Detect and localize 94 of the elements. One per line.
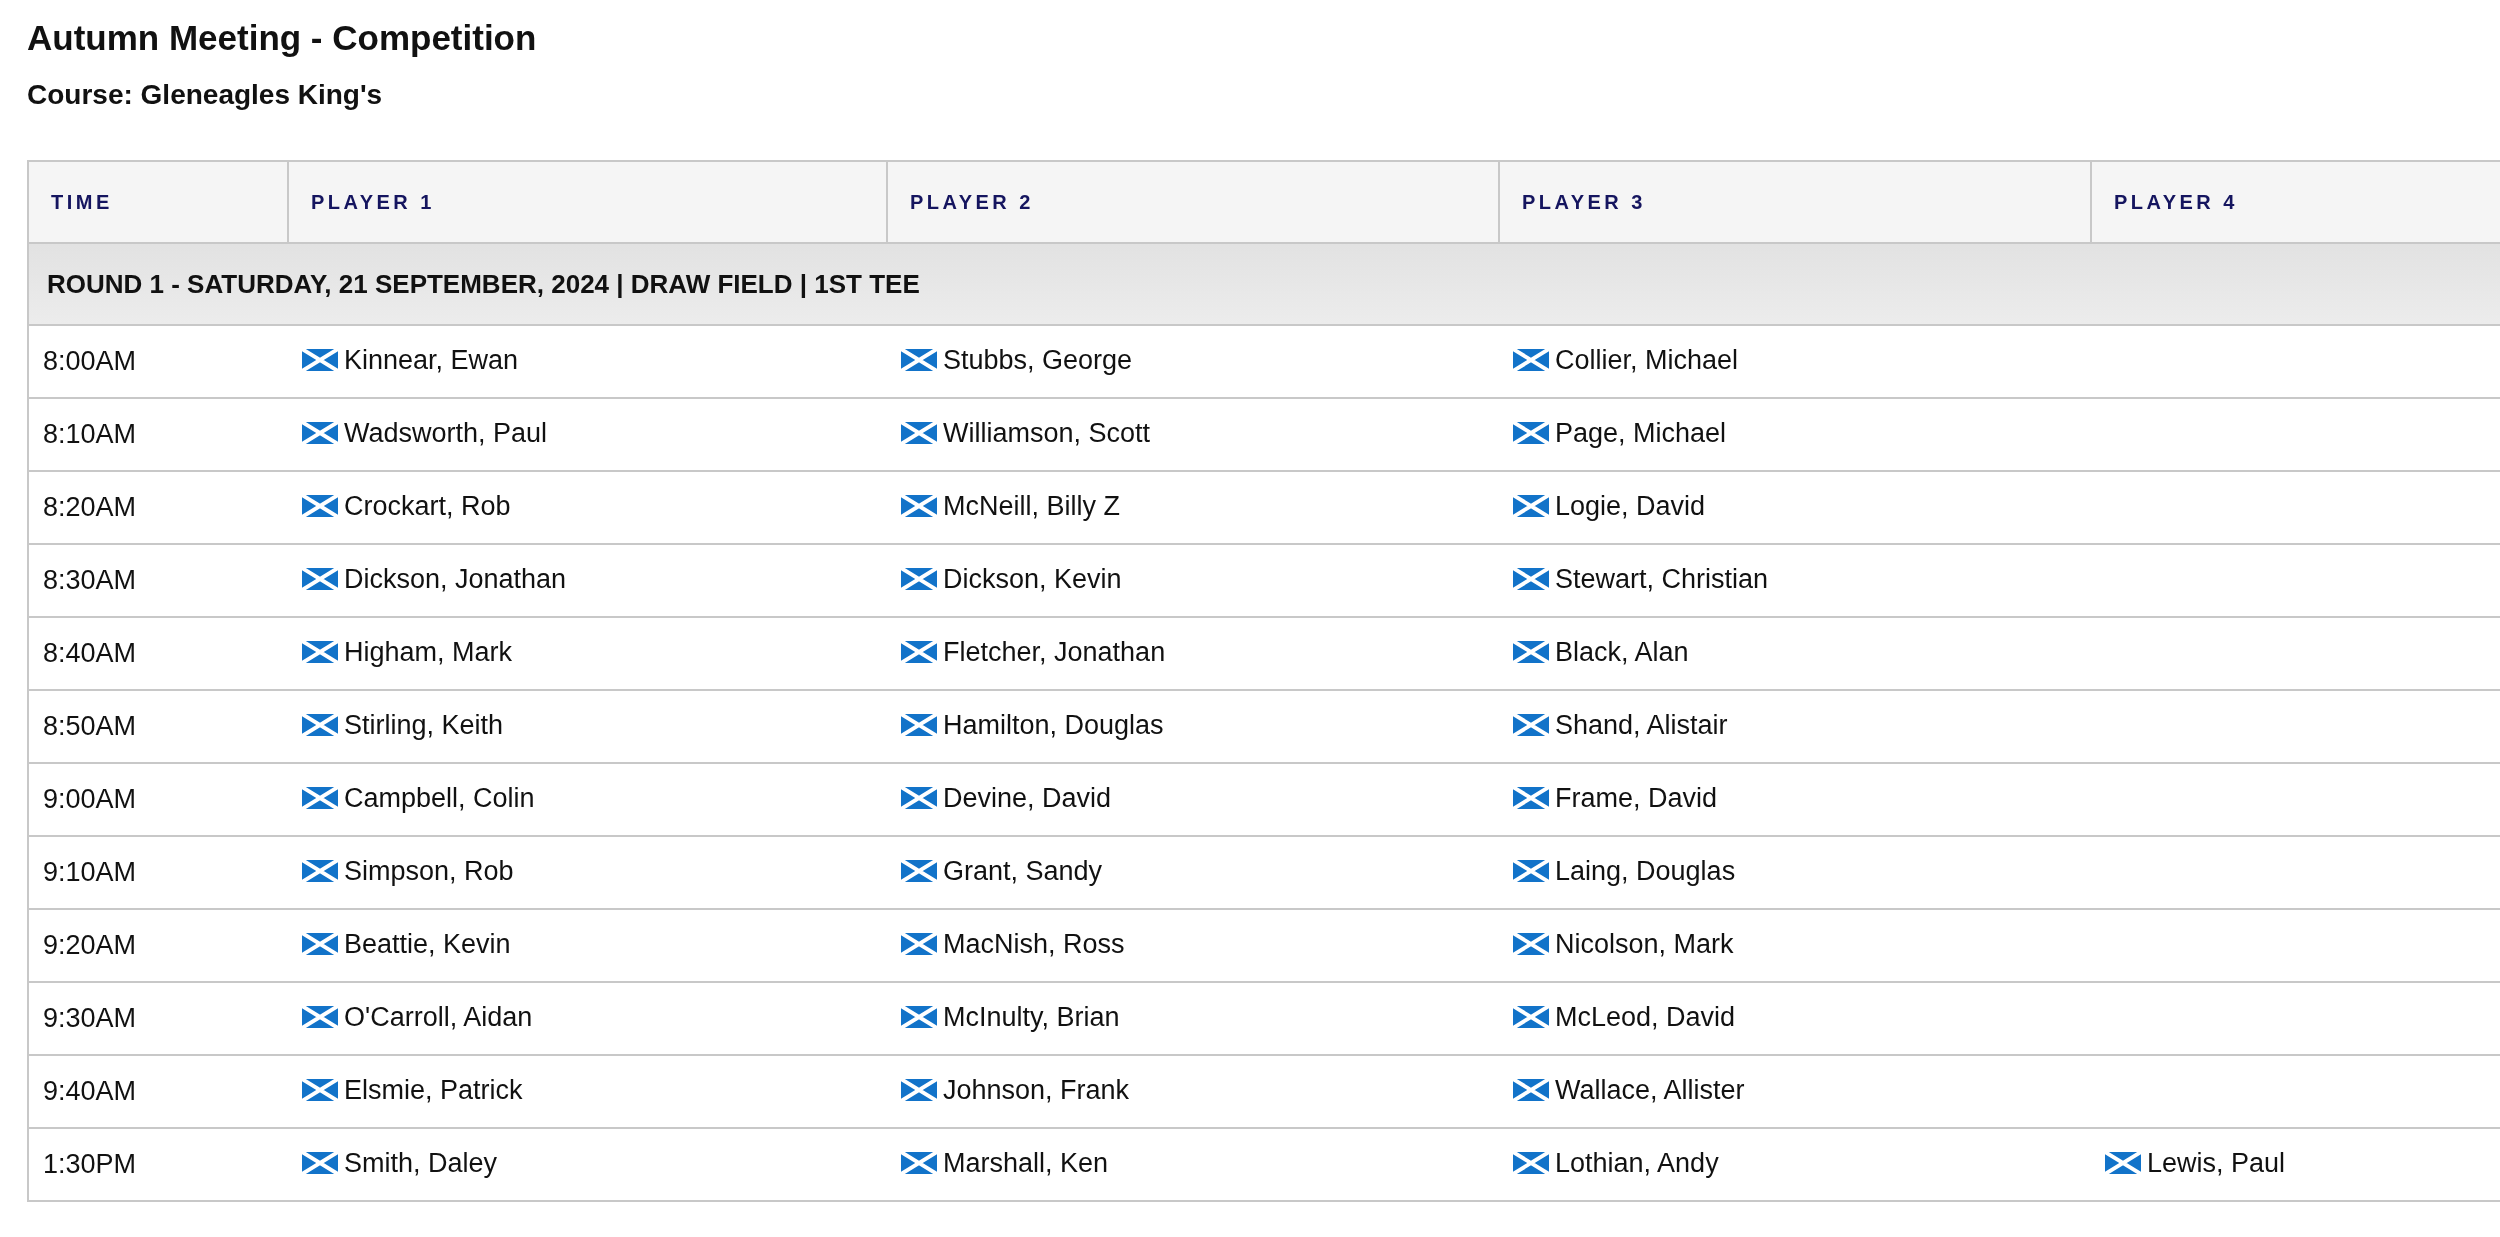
flag-icon: [302, 422, 338, 445]
flag-icon: [1513, 1079, 1549, 1102]
player-name: Marshall, Ken: [943, 1147, 1109, 1179]
player-name: Stewart, Christian: [1555, 563, 1769, 595]
player-name: Frame, David: [1555, 782, 1718, 814]
player-name: Dickson, Jonathan: [344, 563, 567, 595]
player-name: Fletcher, Jonathan: [943, 636, 1166, 668]
flag-icon: [1513, 349, 1549, 372]
flag-icon: [1513, 714, 1549, 737]
flag-icon: [901, 1079, 937, 1102]
tee-time: 8:50AM: [43, 711, 137, 742]
flag-icon: [901, 495, 937, 518]
column-header: TIME: [28, 161, 288, 243]
tee-time: 9:30AM: [43, 1003, 137, 1034]
flag-icon: [302, 714, 338, 737]
flag-icon: [1513, 933, 1549, 956]
tee-time: 8:30AM: [43, 565, 137, 596]
column-header: PLAYER 4: [2091, 161, 2500, 243]
tee-time: 8:10AM: [43, 419, 137, 450]
player-name: Smith, Daley: [344, 1147, 498, 1179]
player-name: Grant, Sandy: [943, 855, 1103, 887]
player-name: Page, Michael: [1555, 417, 1727, 449]
player-name: Simpson, Rob: [344, 855, 514, 887]
flag-icon: [302, 641, 338, 664]
flag-icon: [1513, 1152, 1549, 1175]
round-header: ROUND 1 - SATURDAY, 21 SEPTEMBER, 2024 | DRAW FIELD | 1ST TEE: [28, 243, 2500, 325]
flag-icon: [1513, 787, 1549, 810]
player-name: Lewis, Paul: [2147, 1147, 2286, 1179]
flag-icon: [901, 787, 937, 810]
tee-time: 8:00AM: [43, 346, 137, 377]
player-name: McLeod, David: [1555, 1001, 1736, 1033]
player-name: Williamson, Scott: [943, 417, 1151, 449]
flag-icon: [302, 495, 338, 518]
player-name: Hamilton, Douglas: [943, 709, 1164, 741]
flag-icon: [901, 1152, 937, 1175]
flag-icon: [901, 641, 937, 664]
flag-icon: [302, 1079, 338, 1102]
page-title: Autumn Meeting - Competition: [27, 17, 537, 59]
flag-icon: [901, 860, 937, 883]
player-name: MacNish, Ross: [943, 928, 1125, 960]
player-name: McNeill, Billy Z: [943, 490, 1120, 522]
player-name: Lothian, Andy: [1555, 1147, 1719, 1179]
course-heading: Course: Gleneagles King's: [27, 78, 383, 112]
flag-icon: [1513, 860, 1549, 883]
tee-time: 1:30PM: [43, 1149, 137, 1180]
player-name: Campbell, Colin: [344, 782, 535, 814]
player-name: Johnson, Frank: [943, 1074, 1130, 1106]
flag-icon: [901, 568, 937, 591]
player-name: Kinnear, Ewan: [344, 344, 519, 376]
flag-icon: [901, 1006, 937, 1029]
tee-time: 9:00AM: [43, 784, 137, 815]
flag-icon: [1513, 568, 1549, 591]
player-name: McInulty, Brian: [943, 1001, 1120, 1033]
tee-time: 8:20AM: [43, 492, 137, 523]
flag-icon: [1513, 495, 1549, 518]
flag-icon: [302, 568, 338, 591]
tee-time: 9:20AM: [43, 930, 137, 961]
tee-time: 8:40AM: [43, 638, 137, 669]
player-name: O'Carroll, Aidan: [344, 1001, 533, 1033]
flag-icon: [302, 1152, 338, 1175]
player-name: Nicolson, Mark: [1555, 928, 1734, 960]
flag-icon: [901, 422, 937, 445]
flag-icon: [1513, 422, 1549, 445]
player-name: Black, Alan: [1555, 636, 1689, 668]
column-header: PLAYER 1: [288, 161, 887, 243]
flag-icon: [1513, 1006, 1549, 1029]
column-header: PLAYER 2: [887, 161, 1499, 243]
player-name: Collier, Michael: [1555, 344, 1739, 376]
flag-icon: [1513, 641, 1549, 664]
player-name: Beattie, Kevin: [344, 928, 511, 960]
flag-icon: [901, 714, 937, 737]
flag-icon: [2105, 1152, 2141, 1175]
flag-icon: [302, 787, 338, 810]
player-name: Dickson, Kevin: [943, 563, 1122, 595]
player-name: Elsmie, Patrick: [344, 1074, 523, 1106]
tee-time: 9:40AM: [43, 1076, 137, 1107]
player-name: Wadsworth, Paul: [344, 417, 548, 449]
player-name: Stubbs, George: [943, 344, 1133, 376]
player-name: Laing, Douglas: [1555, 855, 1736, 887]
tee-time: 9:10AM: [43, 857, 137, 888]
flag-icon: [302, 1006, 338, 1029]
player-name: Higham, Mark: [344, 636, 513, 668]
flag-icon: [302, 860, 338, 883]
player-name: Wallace, Allister: [1555, 1074, 1745, 1106]
column-header: PLAYER 3: [1499, 161, 2091, 243]
player-name: Logie, David: [1555, 490, 1706, 522]
flag-icon: [302, 933, 338, 956]
player-name: Shand, Alistair: [1555, 709, 1728, 741]
flag-icon: [302, 349, 338, 372]
player-name: Stirling, Keith: [344, 709, 504, 741]
player-name: Crockart, Rob: [344, 490, 511, 522]
player-name: Devine, David: [943, 782, 1112, 814]
flag-icon: [901, 933, 937, 956]
flag-icon: [901, 349, 937, 372]
